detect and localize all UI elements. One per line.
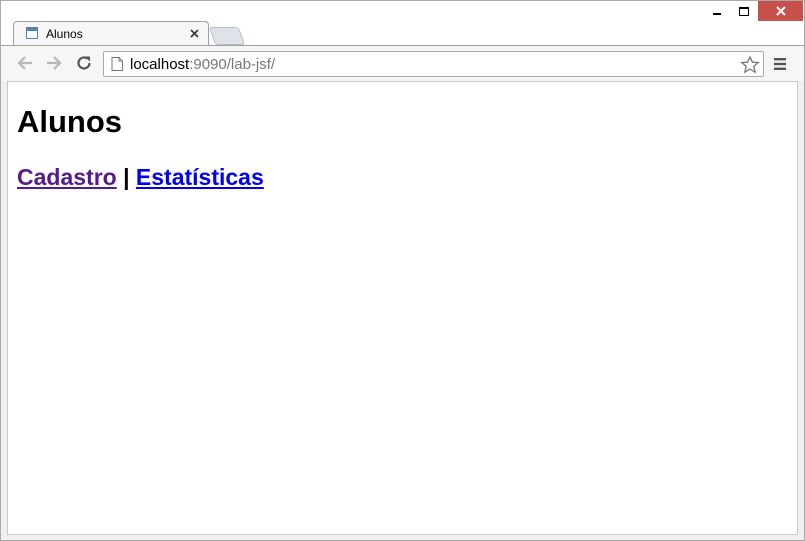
back-button[interactable] bbox=[15, 53, 35, 73]
bookmark-star-icon[interactable] bbox=[740, 55, 760, 75]
nav-links: Cadastro | Estatísticas bbox=[17, 163, 264, 191]
new-tab-button[interactable] bbox=[208, 27, 246, 45]
close-icon bbox=[775, 6, 786, 16]
link-separator: | bbox=[123, 164, 130, 190]
forward-button[interactable] bbox=[44, 53, 64, 73]
page-icon bbox=[111, 57, 123, 71]
title-bar: Alunos bbox=[1, 1, 804, 46]
minimize-icon bbox=[713, 13, 721, 15]
url-path: :9090/lab-jsf/ bbox=[189, 56, 276, 73]
maximize-button[interactable] bbox=[731, 1, 757, 21]
url-host: localhost bbox=[130, 56, 190, 73]
reload-icon bbox=[77, 56, 91, 70]
maximize-icon bbox=[739, 6, 749, 16]
close-icon bbox=[189, 28, 199, 38]
tab-active[interactable]: Alunos bbox=[13, 21, 209, 46]
minimize-button[interactable] bbox=[704, 1, 730, 21]
link-estatisticas[interactable]: Estatísticas bbox=[136, 164, 264, 190]
page-favicon-icon bbox=[26, 27, 38, 39]
arrow-left-icon bbox=[17, 56, 32, 70]
url-text[interactable]: localhost:9090/lab-jsf/ bbox=[130, 56, 275, 73]
tab-title: Alunos bbox=[46, 27, 83, 41]
close-window-button[interactable] bbox=[758, 1, 803, 21]
arrow-right-icon bbox=[47, 56, 62, 70]
browser-window: Alunos localhost:9090/lab-jsf/ Alunos Ca… bbox=[0, 0, 805, 541]
browser-toolbar: localhost:9090/lab-jsf/ bbox=[1, 45, 804, 81]
page-content: Alunos Cadastro | Estatísticas bbox=[7, 81, 798, 535]
link-cadastro[interactable]: Cadastro bbox=[17, 164, 117, 190]
page-title: Alunos bbox=[17, 104, 123, 139]
menu-icon[interactable] bbox=[773, 57, 787, 71]
address-bar[interactable]: localhost:9090/lab-jsf/ bbox=[103, 51, 764, 77]
reload-button[interactable] bbox=[74, 53, 94, 73]
tab-close-button[interactable] bbox=[188, 27, 200, 39]
